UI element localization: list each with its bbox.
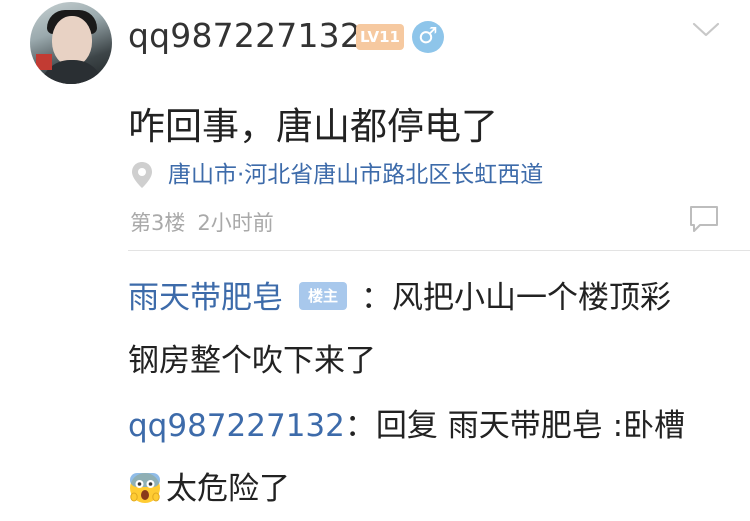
comment-icon[interactable]	[688, 204, 720, 234]
reply-2-line-2: 太危险了	[128, 463, 290, 508]
reply-1-line-1: 雨天带肥皂 楼主 ：风把小山一个楼顶彩	[128, 272, 671, 317]
chevron-down-icon[interactable]	[690, 18, 722, 42]
post-content: 咋回事，唐山都停电了	[128, 105, 498, 148]
avatar-face	[52, 16, 92, 66]
reply-text-continued: 太危险了	[166, 471, 290, 507]
post-time: 2小时前	[197, 211, 274, 235]
reply-2-line-1: qq987227132：回复 雨天带肥皂 :卧槽	[128, 400, 685, 445]
avatar[interactable]	[30, 2, 112, 84]
location-text[interactable]: 唐山市·河北省唐山市路北区长虹西道	[168, 160, 543, 190]
host-badge: 楼主	[299, 281, 347, 310]
reply-1-line-2: 钢房整个吹下来了	[128, 343, 376, 379]
reply-author[interactable]: 雨天带肥皂	[128, 280, 283, 316]
divider	[128, 250, 750, 251]
level-badge: LV11	[356, 24, 404, 50]
post-meta: 第3楼 2小时前	[130, 207, 274, 237]
reply-author[interactable]: qq987227132	[128, 408, 345, 444]
scared-face-emoji-icon	[130, 472, 160, 503]
location-pin-icon	[132, 162, 152, 188]
post-username[interactable]: qq987227132	[128, 16, 361, 55]
male-icon: ♂	[412, 21, 444, 53]
avatar-red-object	[36, 54, 52, 70]
reply-text: ：回复 雨天带肥皂 :卧槽	[344, 408, 686, 444]
reply-text: ：风把小山一个楼顶彩	[361, 280, 671, 316]
floor-number: 第3楼	[130, 211, 186, 235]
